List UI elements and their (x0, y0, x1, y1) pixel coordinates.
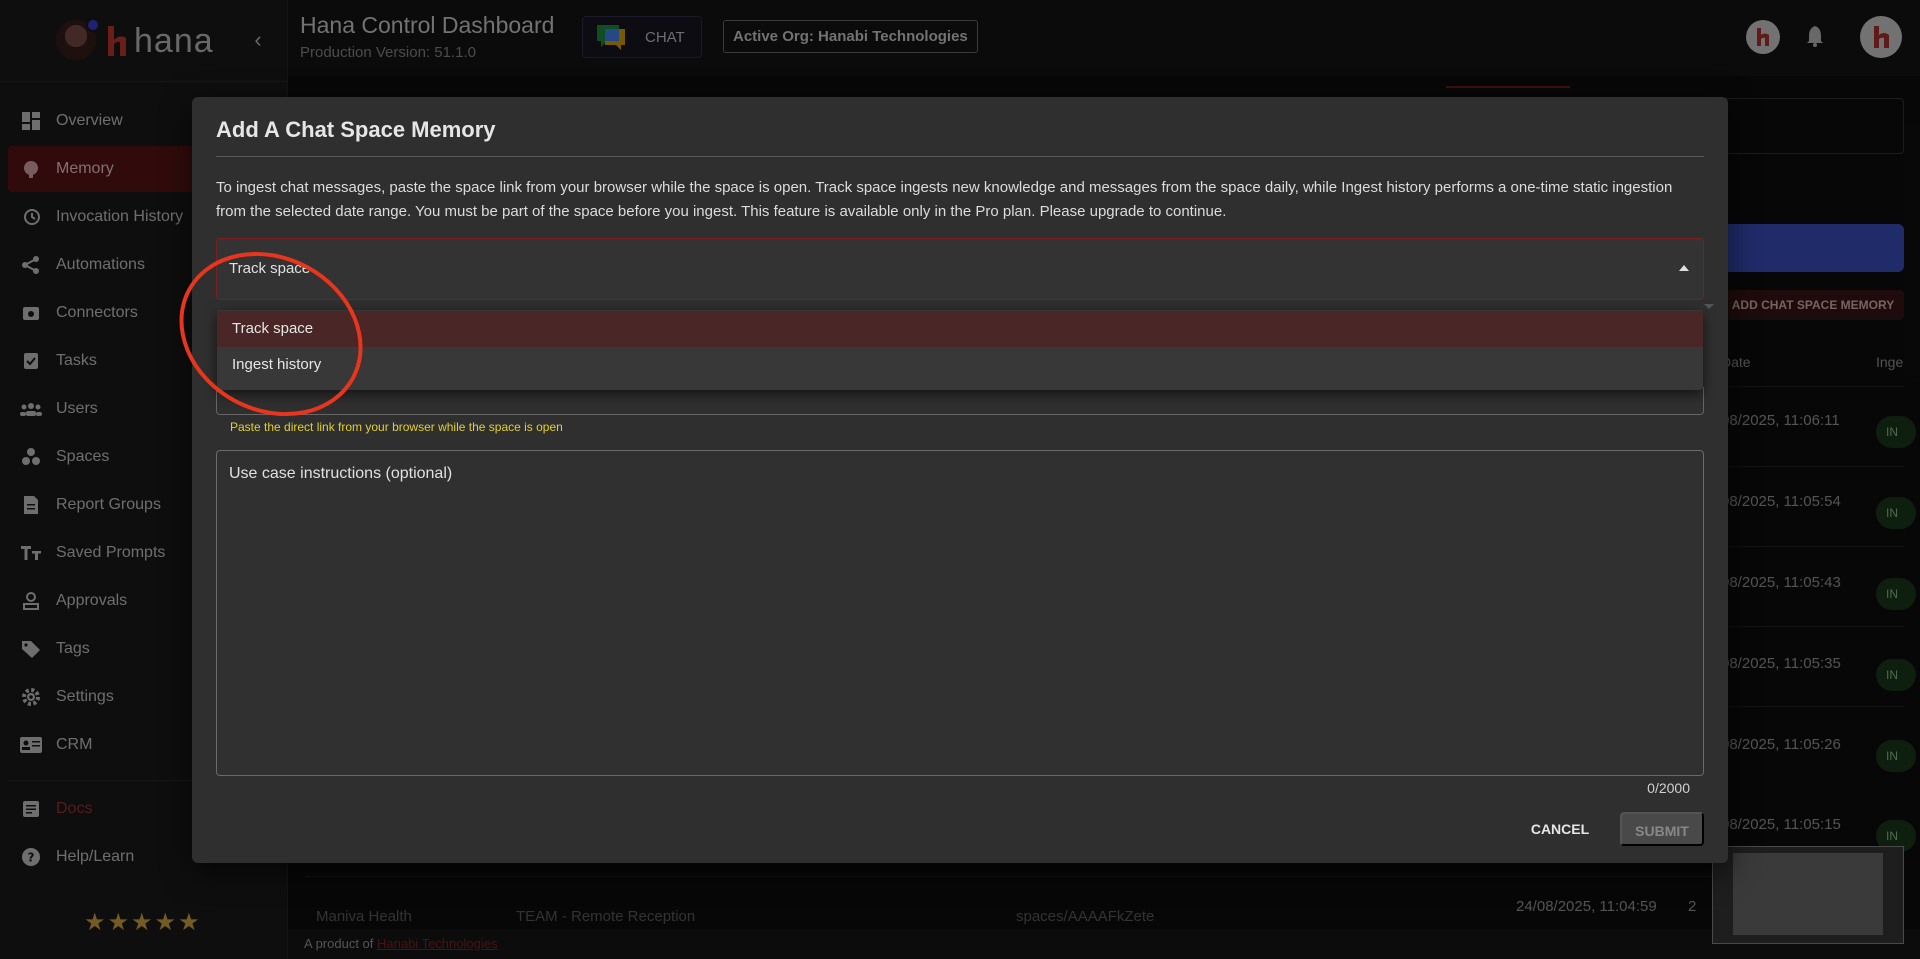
thumbnail-image (1733, 853, 1883, 935)
app-root: hana ‹ Overview Memory Invocation Histor… (0, 0, 1920, 959)
screen-preview-thumbnail[interactable] (1712, 846, 1904, 944)
space-link-helper-text: Paste the direct link from your browser … (230, 420, 563, 434)
dialog-description: To ingest chat messages, paste the space… (216, 179, 1673, 220)
use-case-instructions-textarea[interactable]: Use case instructions (optional) (216, 450, 1704, 776)
submit-button[interactable]: SUBMIT (1620, 812, 1704, 846)
character-count: 0/2000 (1647, 780, 1690, 796)
instructions-label: Use case instructions (optional) (229, 465, 453, 482)
menu-item-track-space[interactable]: Track space (217, 311, 1703, 347)
mode-select[interactable]: Track space (216, 238, 1704, 300)
caret-down-icon (1704, 304, 1714, 309)
cancel-button[interactable]: CANCEL (1520, 812, 1600, 846)
menu-item-ingest-history[interactable]: Ingest history (217, 347, 1703, 383)
dialog-title: Add A Chat Space Memory (216, 117, 496, 142)
mode-dropdown-menu: Track space Ingest history (217, 310, 1703, 390)
add-chat-space-memory-dialog: Add A Chat Space Memory To ingest chat m… (192, 97, 1728, 863)
space-link-input[interactable] (216, 387, 1704, 415)
caret-up-icon (1679, 265, 1689, 271)
mode-select-value: Track space (229, 260, 311, 277)
dialog-divider (216, 156, 1704, 157)
